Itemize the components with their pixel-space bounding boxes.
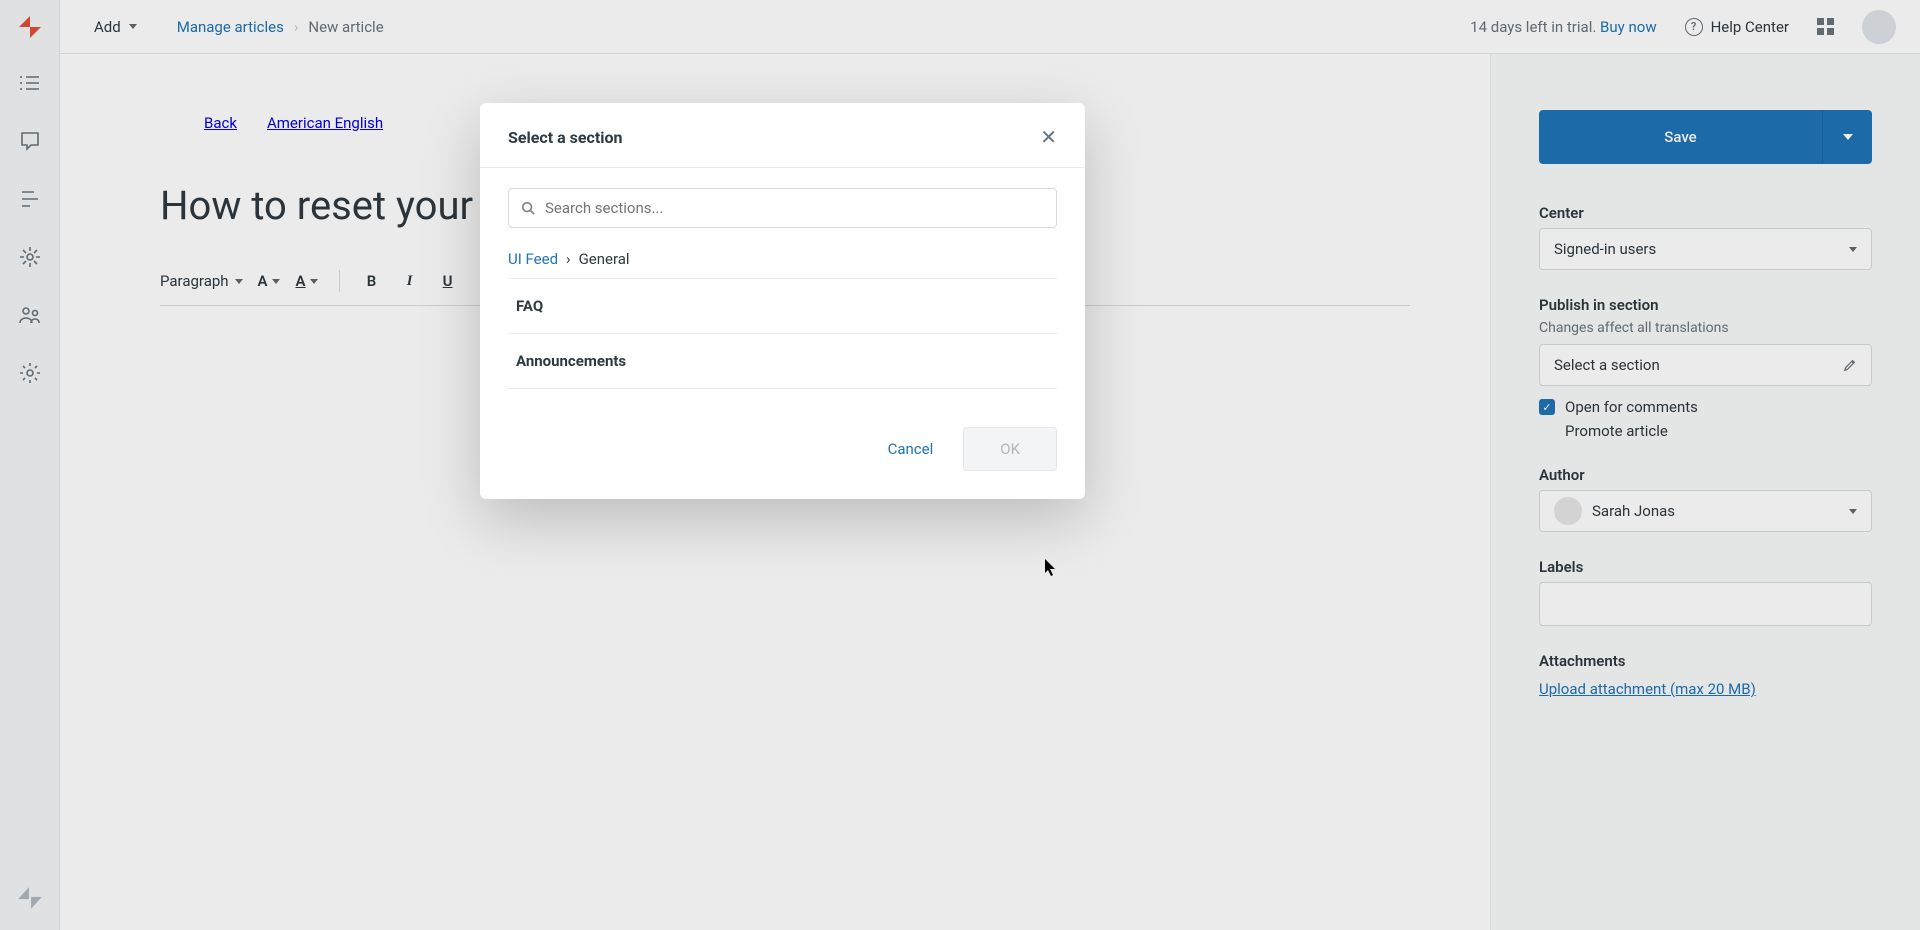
section-select-modal: Select a section ✕ UI Feed › General FAQ… (480, 103, 1085, 499)
modal-title: Select a section (508, 128, 622, 147)
modal-body: UI Feed › General FAQ Announcements (480, 168, 1085, 399)
modal-header: Select a section ✕ (480, 103, 1085, 168)
cursor-icon (1044, 558, 1058, 578)
section-item-faq[interactable]: FAQ (508, 279, 1057, 334)
chevron-right-icon: › (566, 250, 571, 268)
modal-breadcrumb: UI Feed › General (508, 250, 1057, 268)
search-input[interactable] (545, 199, 1044, 217)
section-item-announcements[interactable]: Announcements (508, 334, 1057, 389)
cancel-button[interactable]: Cancel (868, 427, 954, 471)
search-sections-box[interactable] (508, 188, 1057, 228)
ok-button[interactable]: OK (963, 427, 1057, 471)
modal-breadcrumb-current: General (579, 250, 630, 268)
close-icon[interactable]: ✕ (1040, 127, 1057, 147)
modal-breadcrumb-root[interactable]: UI Feed (508, 250, 558, 268)
search-icon (521, 201, 535, 215)
section-list: FAQ Announcements (508, 278, 1057, 389)
modal-footer: Cancel OK (480, 399, 1085, 499)
